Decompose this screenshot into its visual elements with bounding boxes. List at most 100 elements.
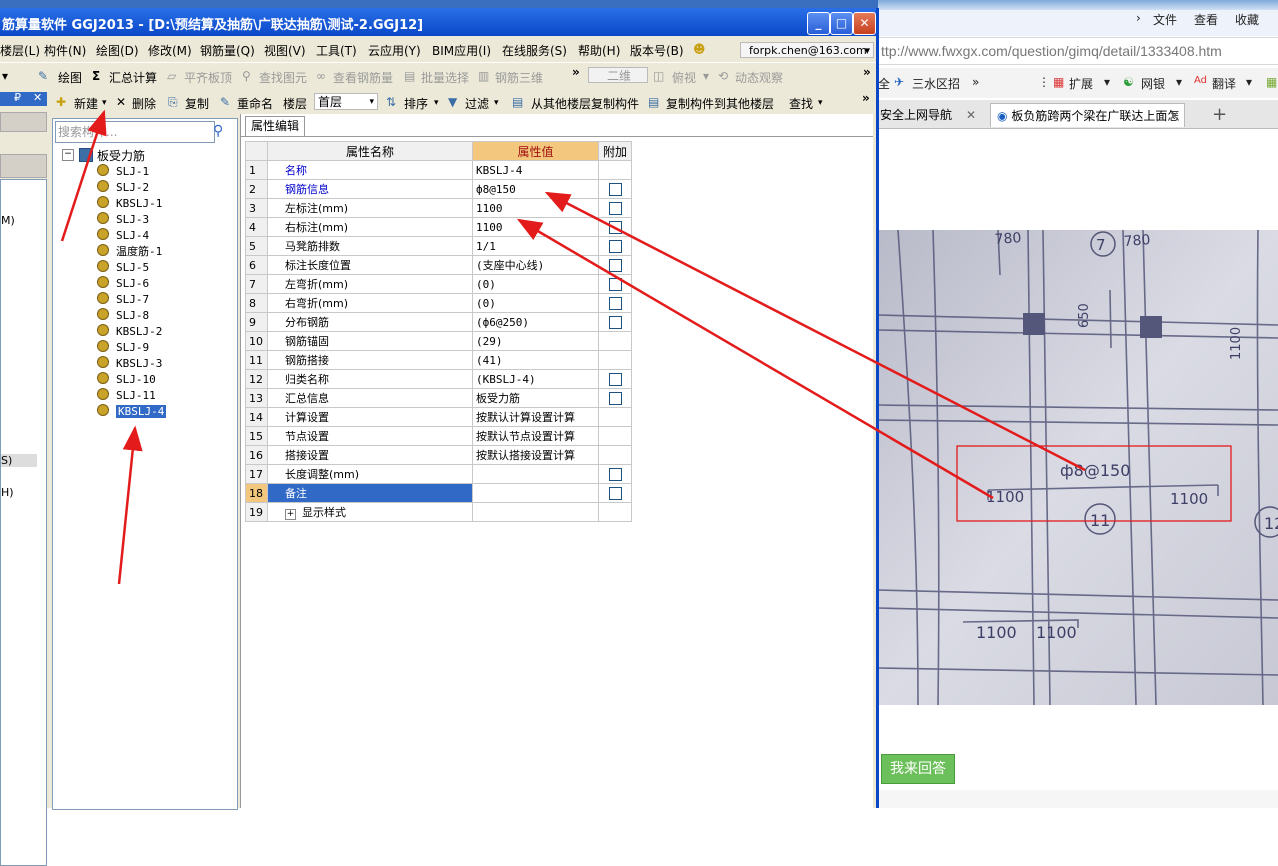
new-button[interactable]: 新建 xyxy=(74,95,98,112)
extra-checkbox[interactable] xyxy=(608,277,622,291)
property-row[interactable]: 4 右标注(mm) 1100 xyxy=(245,217,632,237)
menu-rebar[interactable]: 钢筋量(Q) xyxy=(200,42,255,59)
chevron-down-icon[interactable]: ▾ xyxy=(434,98,439,108)
toolbar-more-icon[interactable]: » xyxy=(572,65,580,79)
tree-item[interactable]: SLJ-7 xyxy=(97,292,149,308)
property-row[interactable]: 17 长度调整(mm) xyxy=(245,464,632,484)
extra-checkbox[interactable] xyxy=(608,315,622,329)
delete-button[interactable]: 删除 xyxy=(132,95,156,112)
menu-floor[interactable]: 楼层(L) xyxy=(0,42,40,59)
property-value[interactable]: KBSLJ-4 xyxy=(472,160,599,180)
left-item-label[interactable]: S) xyxy=(1,454,37,467)
extra-checkbox[interactable] xyxy=(608,182,622,196)
property-row[interactable]: 12 归类名称 (KBSLJ-4) xyxy=(245,369,632,389)
property-value[interactable]: 按默认计算设置计算 xyxy=(472,407,599,427)
property-value[interactable]: 1/1 xyxy=(472,236,599,256)
property-row[interactable]: 6 标注长度位置 (支座中心线) xyxy=(245,255,632,275)
view-mode-dropdown[interactable]: 二维 xyxy=(588,67,648,83)
find-button[interactable]: 查找 xyxy=(789,95,813,112)
menu-view[interactable]: 视图(V) xyxy=(264,42,306,59)
flat-top-button[interactable]: 平齐板顶 xyxy=(184,69,232,86)
chevron-down-icon[interactable]: ▾ xyxy=(1176,75,1182,89)
property-row[interactable]: 16 搭接设置 按默认搭接设置计算 xyxy=(245,445,632,465)
property-value[interactable]: 1100 xyxy=(472,198,599,218)
property-value[interactable]: 按默认搭接设置计算 xyxy=(472,445,599,465)
extra-checkbox[interactable] xyxy=(608,220,622,234)
close-icon[interactable]: ✕ xyxy=(1169,104,1179,128)
extra-checkbox[interactable] xyxy=(608,239,622,253)
left-item-label[interactable]: M) xyxy=(1,214,15,227)
tree-item[interactable]: SLJ-1 xyxy=(97,164,149,180)
property-row[interactable]: 2 钢筋信息 ф8@150 xyxy=(245,179,632,199)
menu-online[interactable]: 在线服务(S) xyxy=(502,42,567,59)
copy-to-floor-button[interactable]: 复制构件到其他楼层 xyxy=(666,95,774,112)
property-row[interactable]: 9 分布钢筋 (ф6@250) xyxy=(245,312,632,332)
chevron-down-icon[interactable]: ▾ xyxy=(1104,75,1110,89)
menu-modify[interactable]: 修改(M) xyxy=(148,42,192,59)
address-url[interactable]: ttp://www.fwxgx.com/question/gimq/detail… xyxy=(881,43,1222,59)
tree-item[interactable]: SLJ-2 xyxy=(97,180,149,196)
left-panel-section[interactable] xyxy=(0,154,47,178)
tree-item[interactable]: SLJ-3 xyxy=(97,212,149,228)
user-avatar-icon[interactable]: ☻ xyxy=(693,42,706,56)
tree-item[interactable]: SLJ-5 xyxy=(97,260,149,276)
batch-select-button[interactable]: 批量选择 xyxy=(421,69,469,86)
tree-item[interactable]: SLJ-9 xyxy=(97,340,149,356)
tree-item[interactable]: KBSLJ-4 xyxy=(97,404,167,420)
maximize-icon[interactable]: □ xyxy=(830,12,853,35)
property-value[interactable] xyxy=(472,464,599,484)
fav-sanshui[interactable]: 三水区招 xyxy=(912,75,960,92)
property-value[interactable]: (支座中心线) xyxy=(472,255,599,275)
property-row[interactable]: 5 马凳筋排数 1/1 xyxy=(245,236,632,256)
menu-bim[interactable]: BIM应用(I) xyxy=(432,42,491,59)
property-value[interactable]: (0) xyxy=(472,274,599,294)
property-row[interactable]: 19 + 显示样式 xyxy=(245,502,632,522)
menu-component[interactable]: 构件(N) xyxy=(44,42,86,59)
copy-button[interactable]: 复制 xyxy=(185,95,209,112)
tree-item[interactable]: KBSLJ-2 xyxy=(97,324,162,340)
chevron-down-icon[interactable]: ▾ xyxy=(703,69,709,83)
property-value[interactable]: (41) xyxy=(472,350,599,370)
property-row[interactable]: 3 左标注(mm) 1100 xyxy=(245,198,632,218)
view-rebar-button[interactable]: 查看钢筋量 xyxy=(333,69,393,86)
chevron-down-icon[interactable]: ▾ xyxy=(102,98,107,108)
address-bar[interactable]: ttp://www.fwxgx.com/question/gimq/detail… xyxy=(878,37,1278,65)
close-icon[interactable]: ✕ xyxy=(966,103,976,127)
property-value[interactable]: 1100 xyxy=(472,217,599,237)
property-value[interactable]: ф8@150 xyxy=(472,179,599,199)
sort-button[interactable]: 排序 xyxy=(404,95,428,112)
property-row[interactable]: 8 右弯折(mm) (0) xyxy=(245,293,632,313)
tree-root[interactable]: 板受力筋 xyxy=(97,147,145,164)
property-row[interactable]: 1 名称 KBSLJ-4 xyxy=(245,160,632,180)
property-row[interactable]: 14 计算设置 按默认计算设置计算 xyxy=(245,407,632,427)
filter-button[interactable]: 过滤 xyxy=(465,95,489,112)
property-row[interactable]: 15 节点设置 按默认节点设置计算 xyxy=(245,426,632,446)
fav-extensions[interactable]: 扩展 xyxy=(1069,75,1093,92)
tree-item[interactable]: KBSLJ-1 xyxy=(97,196,162,212)
property-value[interactable]: 板受力筋 xyxy=(472,388,599,408)
floor-dropdown[interactable]: 首层 ▾ xyxy=(314,93,378,110)
fav-translate[interactable]: 翻译 xyxy=(1212,75,1236,92)
close-icon[interactable]: ✕ xyxy=(33,91,42,104)
menu-draw[interactable]: 绘图(D) xyxy=(96,42,139,59)
fav-bank[interactable]: 网银 xyxy=(1141,75,1165,92)
find-element-button[interactable]: 查找图元 xyxy=(259,69,307,86)
extra-checkbox[interactable] xyxy=(608,486,622,500)
collapse-icon[interactable]: − xyxy=(62,149,74,161)
property-value[interactable]: (KBSLJ-4) xyxy=(472,369,599,389)
tab-property-edit[interactable]: 属性编辑 xyxy=(245,116,305,136)
tree-item[interactable]: SLJ-4 xyxy=(97,228,149,244)
menu-cloud[interactable]: 云应用(Y) xyxy=(368,42,421,59)
extra-checkbox[interactable] xyxy=(608,372,622,386)
browser-menu-view[interactable]: 查看 xyxy=(1194,11,1218,28)
expand-icon[interactable]: + xyxy=(285,509,296,520)
top-view-button[interactable]: 俯视 xyxy=(672,69,696,86)
chevron-down-icon[interactable]: ▾ xyxy=(494,98,499,108)
menu-help[interactable]: 帮助(H) xyxy=(578,42,620,59)
left-panel-section[interactable] xyxy=(0,112,47,132)
extra-checkbox[interactable] xyxy=(608,467,622,481)
extra-checkbox[interactable] xyxy=(608,201,622,215)
property-row[interactable]: 18 备注 xyxy=(245,483,632,503)
account-dropdown[interactable]: forpk.chen@163.com ▾ xyxy=(740,42,874,58)
property-value[interactable]: (ф6@250) xyxy=(472,312,599,332)
